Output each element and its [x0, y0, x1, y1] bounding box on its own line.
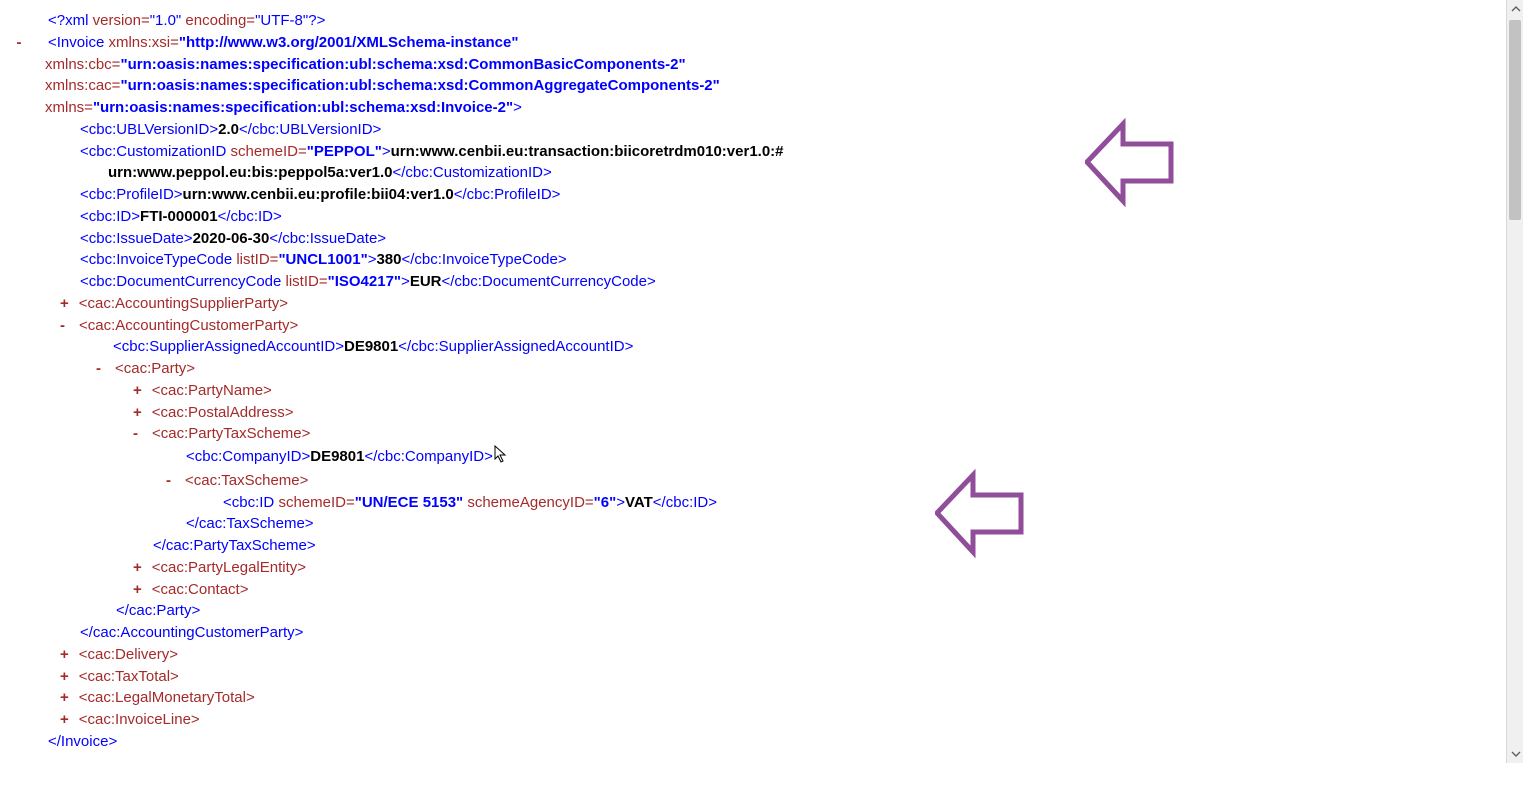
delivery: +<cac:Delivery> [60, 644, 1490, 666]
xml-viewer: <?xml version="1.0" encoding="UTF-8"?> -… [0, 0, 1498, 763]
cbc-id: <cbc:ID>FTI-000001</cbc:ID> [80, 206, 1490, 228]
accounting-supplier-party: +<cac:AccountingSupplierParty> [60, 293, 1490, 315]
scrollbar-thumb[interactable] [1509, 20, 1521, 220]
collapse-toggle[interactable]: - [133, 425, 138, 442]
profile-id: <cbc:ProfileID>urn:www.cenbii.eu:profile… [80, 184, 1490, 206]
issue-date: <cbc:IssueDate>2020-06-30</cbc:IssueDate… [80, 228, 1490, 250]
expand-toggle[interactable]: + [133, 559, 142, 576]
collapse-toggle[interactable]: - [166, 472, 171, 489]
company-id: <cbc:CompanyID>DE9801</cbc:CompanyID> [186, 445, 1490, 470]
invoice-close: </Invoice> [48, 731, 1490, 753]
tax-scheme-close: </cac:TaxScheme> [186, 513, 1490, 535]
scroll-up-button[interactable] [1507, 0, 1523, 17]
collapse-toggle[interactable]: - [17, 34, 22, 51]
ubl-version: <cbc:UBLVersionID>2.0</cbc:UBLVersionID> [80, 119, 1490, 141]
party-close: </cac:Party> [116, 600, 1490, 622]
customization-id-line2: urn:www.peppol.eu:bis:peppol5a:ver1.0</c… [108, 162, 1490, 184]
annotation-arrow-icon [1085, 106, 1177, 225]
invoice-line: +<cac:InvoiceLine> [60, 709, 1490, 731]
tax-scheme-id: <cbc:ID schemeID="UN/ECE 5153" schemeAge… [223, 492, 1490, 514]
xml-declaration: <?xml version="1.0" encoding="UTF-8"?> [48, 10, 1490, 32]
expand-toggle[interactable]: + [60, 689, 69, 706]
tax-total: +<cac:TaxTotal> [60, 666, 1490, 688]
annotation-arrow-icon [935, 457, 1027, 576]
party-legal-entity: +<cac:PartyLegalEntity> [133, 557, 1490, 579]
invoice-type-code: <cbc:InvoiceTypeCode listID="UNCL1001">3… [80, 249, 1490, 271]
party-name: +<cac:PartyName> [133, 380, 1490, 402]
document-currency: <cbc:DocumentCurrencyCode listID="ISO421… [80, 271, 1490, 293]
collapse-toggle[interactable]: - [96, 360, 101, 377]
expand-toggle[interactable]: + [133, 382, 142, 399]
expand-toggle[interactable]: + [60, 668, 69, 685]
invoice-open: -<Invoice xmlns:xsi="http://www.w3.org/2… [8, 32, 1490, 54]
invoice-ns-cbc: xmlns:cbc="urn:oasis:names:specification… [45, 54, 1490, 76]
party-tax-scheme-close: </cac:PartyTaxScheme> [153, 535, 1490, 557]
mouse-cursor-icon [493, 445, 508, 470]
vertical-scrollbar[interactable] [1506, 0, 1523, 763]
tax-scheme-open: -<cac:TaxScheme> [166, 470, 1490, 492]
postal-address: +<cac:PostalAddress> [133, 402, 1490, 424]
accounting-customer-party-close: </cac:AccountingCustomerParty> [80, 622, 1490, 644]
party-tax-scheme-open: -<cac:PartyTaxScheme> [133, 423, 1490, 445]
supplier-assigned-account-id: <cbc:SupplierAssignedAccountID>DE9801</c… [113, 336, 1490, 358]
contact: +<cac:Contact> [133, 579, 1490, 601]
party-open: -<cac:Party> [96, 358, 1490, 380]
customization-id: <cbc:CustomizationID schemeID="PEPPOL">u… [80, 141, 1490, 163]
scroll-down-button[interactable] [1507, 746, 1523, 763]
expand-toggle[interactable]: + [60, 295, 69, 312]
invoice-ns-cac: xmlns:cac="urn:oasis:names:specification… [45, 75, 1490, 97]
expand-toggle[interactable]: + [60, 711, 69, 728]
expand-toggle[interactable]: + [133, 404, 142, 421]
invoice-ns: xmlns="urn:oasis:names:specification:ubl… [45, 97, 1490, 119]
expand-toggle[interactable]: + [133, 581, 142, 598]
expand-toggle[interactable]: + [60, 646, 69, 663]
collapse-toggle[interactable]: - [60, 317, 65, 334]
legal-monetary-total: +<cac:LegalMonetaryTotal> [60, 687, 1490, 709]
accounting-customer-party-open: -<cac:AccountingCustomerParty> [60, 315, 1490, 337]
